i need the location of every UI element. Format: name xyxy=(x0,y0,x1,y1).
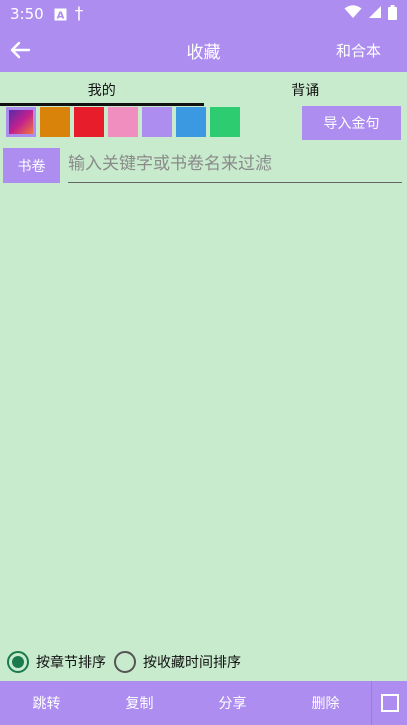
jump-button[interactable]: 跳转 xyxy=(0,693,93,713)
sort-by-time-radio[interactable] xyxy=(114,651,136,673)
app-bar: 收藏 和合本 xyxy=(0,28,407,72)
swatch-green[interactable] xyxy=(210,107,240,137)
swatch-blue[interactable] xyxy=(176,107,206,137)
swatch-orange[interactable] xyxy=(40,107,70,137)
status-bar: 3:50 A † xyxy=(0,0,407,28)
notification-cross-icon: † xyxy=(74,4,84,24)
sort-options: 按章节排序 按收藏时间排序 xyxy=(7,650,241,674)
bottom-action-bar: 跳转 复制 分享 删除 xyxy=(0,681,407,725)
sort-by-time-label[interactable]: 按收藏时间排序 xyxy=(143,652,241,672)
color-filter xyxy=(6,107,240,140)
delete-button[interactable]: 删除 xyxy=(279,693,372,713)
bible-version-button[interactable]: 和合本 xyxy=(336,40,381,61)
wifi-icon xyxy=(344,5,362,23)
checkbox-icon xyxy=(380,694,399,712)
sort-by-chapter-label[interactable]: 按章节排序 xyxy=(36,652,106,672)
select-all-checkbox[interactable] xyxy=(371,681,407,725)
swatch-all-gradient[interactable] xyxy=(6,107,36,137)
import-quotes-button[interactable]: 导入金句 xyxy=(302,106,401,140)
signal-icon xyxy=(368,5,382,23)
notification-a-icon: A xyxy=(54,8,67,21)
back-button[interactable] xyxy=(0,28,40,72)
status-time: 3:50 xyxy=(10,5,44,23)
svg-text:A: A xyxy=(56,10,64,21)
share-button[interactable]: 分享 xyxy=(186,693,279,713)
copy-button[interactable]: 复制 xyxy=(93,693,186,713)
tab-recite[interactable]: 背诵 xyxy=(204,72,407,106)
back-arrow-icon xyxy=(10,41,31,59)
tab-mine[interactable]: 我的 xyxy=(0,72,204,106)
filter-input[interactable] xyxy=(68,150,402,183)
battery-icon xyxy=(388,4,397,24)
swatch-red[interactable] xyxy=(74,107,104,137)
book-select-button[interactable]: 书卷 xyxy=(3,148,60,183)
sort-by-chapter-radio[interactable] xyxy=(7,651,29,673)
swatch-purple[interactable] xyxy=(142,107,172,137)
tab-bar: 我的 背诵 xyxy=(0,72,407,106)
swatch-pink[interactable] xyxy=(108,107,138,137)
